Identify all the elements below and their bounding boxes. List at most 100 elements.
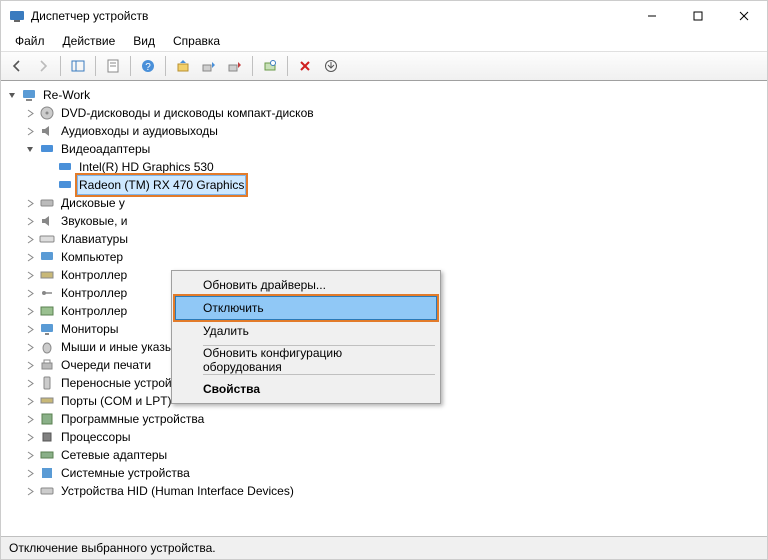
context-update-drivers[interactable]: Обновить драйверы... <box>175 274 437 296</box>
minimize-button[interactable] <box>629 1 675 31</box>
chevron-right-icon[interactable] <box>23 394 37 408</box>
printer-icon <box>39 357 55 373</box>
hid-icon <box>39 483 55 499</box>
titlebar: Диспетчер устройств <box>1 1 767 31</box>
chevron-right-icon[interactable] <box>23 484 37 498</box>
separator <box>287 56 288 76</box>
context-scan-hardware[interactable]: Обновить конфигурацию оборудования <box>175 349 437 371</box>
forward-button[interactable] <box>31 54 55 78</box>
close-button[interactable] <box>721 1 767 31</box>
tree-node-intel-hd[interactable]: Intel(R) HD Graphics 530 <box>5 158 767 176</box>
computer-icon <box>21 87 37 103</box>
maximize-button[interactable] <box>675 1 721 31</box>
svg-text:?: ? <box>145 62 151 73</box>
chevron-right-icon[interactable] <box>23 304 37 318</box>
menu-help[interactable]: Справка <box>165 32 228 50</box>
disc-drive-icon <box>39 105 55 121</box>
mouse-icon <box>39 339 55 355</box>
chevron-right-icon[interactable] <box>23 250 37 264</box>
context-properties[interactable]: Свойства <box>175 378 437 400</box>
disk-icon <box>39 195 55 211</box>
uninstall-button[interactable] <box>293 54 317 78</box>
separator <box>60 56 61 76</box>
chevron-right-icon[interactable] <box>23 430 37 444</box>
menu-action[interactable]: Действие <box>55 32 124 50</box>
display-adapter-icon <box>57 177 73 193</box>
computer-icon <box>39 249 55 265</box>
chevron-right-icon[interactable] <box>23 106 37 120</box>
chevron-right-icon[interactable] <box>23 196 37 210</box>
tree-node-system[interactable]: Системные устройства <box>5 464 767 482</box>
chevron-down-icon[interactable] <box>23 142 37 156</box>
chevron-right-icon[interactable] <box>23 124 37 138</box>
window-title: Диспетчер устройств <box>31 9 629 23</box>
tree-node-radeon[interactable]: Radeon (TM) RX 470 Graphics <box>5 176 767 194</box>
keyboard-icon <box>39 231 55 247</box>
portable-device-icon <box>39 375 55 391</box>
toolbar: ? <box>1 51 767 81</box>
chevron-right-icon[interactable] <box>23 340 37 354</box>
chevron-right-icon[interactable] <box>23 268 37 282</box>
scan-hardware-button[interactable] <box>258 54 282 78</box>
tree-node-processors[interactable]: Процессоры <box>5 428 767 446</box>
audio-icon <box>39 123 55 139</box>
tree-node-software-devices[interactable]: Программные устройства <box>5 410 767 428</box>
tree-node-sound[interactable]: Звуковые, и <box>5 212 767 230</box>
chevron-right-icon[interactable] <box>23 466 37 480</box>
tree-node-network[interactable]: Сетевые адаптеры <box>5 446 767 464</box>
chevron-right-icon[interactable] <box>23 412 37 426</box>
controller-icon <box>39 267 55 283</box>
context-disable[interactable]: Отключить <box>175 296 437 320</box>
enable-button[interactable] <box>197 54 221 78</box>
port-icon <box>39 393 55 409</box>
statusbar: Отключение выбранного устройства. <box>1 536 767 559</box>
back-button[interactable] <box>5 54 29 78</box>
device-manager-window: Диспетчер устройств Файл Действие Вид Сп… <box>0 0 768 560</box>
separator <box>95 56 96 76</box>
properties-button[interactable] <box>101 54 125 78</box>
tree-node-audio[interactable]: Аудиовходы и аудиовыходы <box>5 122 767 140</box>
status-text: Отключение выбранного устройства. <box>9 541 216 555</box>
disable-button[interactable] <box>223 54 247 78</box>
selected-device-label: Radeon (TM) RX 470 Graphics <box>77 175 246 195</box>
tree-node-video[interactable]: Видеоадаптеры <box>5 140 767 158</box>
menubar: Файл Действие Вид Справка <box>1 31 767 51</box>
show-hide-tree-button[interactable] <box>66 54 90 78</box>
tree-node-keyboard[interactable]: Клавиатуры <box>5 230 767 248</box>
storage-controller-icon <box>39 303 55 319</box>
network-icon <box>39 447 55 463</box>
update-driver-button[interactable] <box>171 54 195 78</box>
chevron-right-icon[interactable] <box>23 358 37 372</box>
monitor-icon <box>39 321 55 337</box>
tree-node-computer[interactable]: Компьютер <box>5 248 767 266</box>
chevron-right-icon[interactable] <box>23 322 37 336</box>
sound-icon <box>39 213 55 229</box>
software-icon <box>39 411 55 427</box>
chevron-right-icon[interactable] <box>23 214 37 228</box>
chevron-right-icon[interactable] <box>23 448 37 462</box>
app-icon <box>9 8 25 24</box>
chevron-right-icon[interactable] <box>23 286 37 300</box>
separator <box>165 56 166 76</box>
menu-file[interactable]: Файл <box>7 32 53 50</box>
tree-node-dvd[interactable]: DVD-дисководы и дисководы компакт-дисков <box>5 104 767 122</box>
device-tree-pane[interactable]: Re-Work DVD-дисководы и дисководы компак… <box>1 81 767 536</box>
display-adapter-icon <box>39 141 55 157</box>
chevron-right-icon[interactable] <box>23 232 37 246</box>
menu-view[interactable]: Вид <box>125 32 163 50</box>
tree-node-hid[interactable]: Устройства HID (Human Interface Devices) <box>5 482 767 500</box>
help-button[interactable]: ? <box>136 54 160 78</box>
install-legacy-button[interactable] <box>319 54 343 78</box>
separator <box>252 56 253 76</box>
cpu-icon <box>39 429 55 445</box>
separator <box>130 56 131 76</box>
display-adapter-icon <box>57 159 73 175</box>
tree-root[interactable]: Re-Work <box>5 86 767 104</box>
context-uninstall[interactable]: Удалить <box>175 320 437 342</box>
separator <box>203 374 435 375</box>
chevron-down-icon[interactable] <box>5 88 19 102</box>
chevron-right-icon[interactable] <box>23 376 37 390</box>
context-menu: Обновить драйверы... Отключить Удалить О… <box>171 270 441 404</box>
tree-root-label: Re-Work <box>41 86 92 104</box>
tree-node-disk[interactable]: Дисковые у <box>5 194 767 212</box>
